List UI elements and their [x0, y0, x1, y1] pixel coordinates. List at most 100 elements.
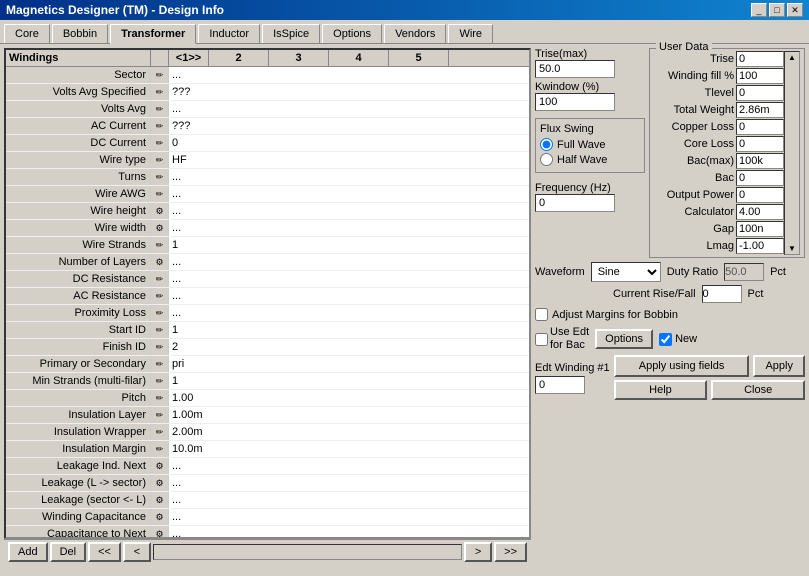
table-container: Windings <1>> 2 3 4 5 Sector ✏ ... Volts…	[4, 48, 531, 539]
new-checkbox[interactable]	[659, 333, 672, 346]
table-row: Wire Strands ✏ 1	[6, 237, 529, 254]
ud-field-label: Calculator	[654, 206, 734, 218]
row-icon[interactable]: ✏	[151, 118, 169, 134]
apply-button[interactable]: Apply	[753, 355, 805, 377]
tab-wire[interactable]: Wire	[448, 24, 493, 43]
ud-field-label: Trise	[654, 53, 734, 65]
half-wave-radio[interactable]	[540, 153, 553, 166]
ud-field-input[interactable]	[736, 102, 784, 118]
row-icon[interactable]: ✏	[151, 271, 169, 287]
prev-prev-button[interactable]: <<	[88, 542, 121, 562]
apply-using-fields-button[interactable]: Apply using fields	[614, 355, 750, 377]
maximize-button[interactable]: □	[769, 3, 785, 17]
ud-field-input[interactable]	[736, 204, 784, 220]
row-icon[interactable]: ✏	[151, 169, 169, 185]
waveform-select[interactable]: Sine Square	[591, 262, 661, 282]
row-icon[interactable]: ✏	[151, 305, 169, 321]
user-data-scrollbar[interactable]: ▲ ▼	[784, 51, 800, 255]
row-icon[interactable]: ✏	[151, 339, 169, 355]
ud-field-input[interactable]	[736, 119, 784, 135]
tab-transformer[interactable]: Transformer	[110, 24, 196, 44]
row-icon[interactable]: ✏	[151, 356, 169, 372]
row-label: Start ID	[6, 322, 151, 338]
row-label: Finish ID	[6, 339, 151, 355]
row-icon[interactable]: ✏	[151, 101, 169, 117]
full-wave-radio[interactable]	[540, 138, 553, 151]
current-rise-input[interactable]	[702, 285, 742, 303]
row-value: 10.0m	[169, 441, 211, 457]
row-value: ...	[169, 101, 211, 117]
row-icon[interactable]: ✏	[151, 67, 169, 83]
next-button[interactable]: >	[464, 542, 492, 562]
ud-field-input[interactable]	[736, 221, 784, 237]
edt-winding-label: Edt Winding #1	[535, 362, 610, 374]
row-icon[interactable]: ✏	[151, 407, 169, 423]
row-icon[interactable]: ⚙	[151, 458, 169, 474]
close-button[interactable]: Close	[711, 380, 805, 400]
use-edt-row: Use Edt for Bac Options New	[535, 326, 805, 352]
tab-vendors[interactable]: Vendors	[384, 24, 446, 43]
row-value: ...	[169, 254, 211, 270]
row-icon[interactable]: ✏	[151, 322, 169, 338]
row-value: ...	[169, 67, 211, 83]
kwindow-input[interactable]	[535, 93, 615, 111]
ud-field-input[interactable]	[736, 187, 784, 203]
trise-input[interactable]	[535, 60, 615, 78]
user-data-row: Trise	[654, 51, 784, 67]
tab-isspice[interactable]: IsSpice	[262, 24, 320, 43]
frequency-input[interactable]	[535, 194, 615, 212]
row-icon[interactable]: ✏	[151, 237, 169, 253]
row-icon[interactable]: ✏	[151, 424, 169, 440]
tab-options[interactable]: Options	[322, 24, 382, 43]
help-button[interactable]: Help	[614, 380, 708, 400]
row-label: Insulation Layer	[6, 407, 151, 423]
row-label: Wire width	[6, 220, 151, 236]
row-icon[interactable]: ⚙	[151, 475, 169, 491]
tab-core[interactable]: Core	[4, 24, 50, 43]
tab-inductor[interactable]: Inductor	[198, 24, 260, 43]
row-label: Leakage (sector <- L)	[6, 492, 151, 508]
horizontal-scrollbar[interactable]	[153, 544, 462, 560]
duty-ratio-input[interactable]	[724, 263, 764, 281]
tab-bobbin[interactable]: Bobbin	[52, 24, 108, 43]
ud-field-input[interactable]	[736, 170, 784, 186]
next-next-button[interactable]: >>	[494, 542, 527, 562]
row-icon[interactable]: ✏	[151, 373, 169, 389]
row-icon[interactable]: ✏	[151, 390, 169, 406]
scroll-down-icon[interactable]: ▼	[788, 244, 796, 253]
ud-field-input[interactable]	[736, 238, 784, 254]
prev-button[interactable]: <	[123, 542, 151, 562]
row-icon[interactable]: ✏	[151, 288, 169, 304]
add-button[interactable]: Add	[8, 542, 48, 562]
row-icon[interactable]: ✏	[151, 441, 169, 457]
user-data-row: Calculator	[654, 204, 784, 220]
del-button[interactable]: Del	[50, 542, 87, 562]
row-icon[interactable]: ⚙	[151, 203, 169, 219]
row-icon[interactable]: ⚙	[151, 254, 169, 270]
row-label: Pitch	[6, 390, 151, 406]
row-icon[interactable]: ✏	[151, 186, 169, 202]
ud-field-input[interactable]	[736, 51, 784, 67]
close-window-button[interactable]: ✕	[787, 3, 803, 17]
right-panel: Trise(max) Kwindow (%) Flux Swing Full W…	[535, 48, 805, 564]
ud-field-input[interactable]	[736, 85, 784, 101]
row-icon[interactable]: ✏	[151, 135, 169, 151]
row-icon[interactable]: ⚙	[151, 492, 169, 508]
minimize-button[interactable]: _	[751, 3, 767, 17]
row-icon[interactable]: ✏	[151, 84, 169, 100]
scroll-up-icon[interactable]: ▲	[788, 53, 796, 62]
use-edt-checkbox[interactable]	[535, 333, 548, 346]
options-button[interactable]: Options	[595, 329, 653, 349]
ud-field-input[interactable]	[736, 68, 784, 84]
ud-field-input[interactable]	[736, 136, 784, 152]
row-icon[interactable]: ⚙	[151, 220, 169, 236]
edt-winding-input[interactable]	[535, 376, 585, 394]
row-label: Wire AWG	[6, 186, 151, 202]
row-icon[interactable]: ⚙	[151, 526, 169, 537]
row-icon[interactable]: ✏	[151, 152, 169, 168]
ud-field-input[interactable]	[736, 153, 784, 169]
adjust-margins-checkbox[interactable]	[535, 308, 548, 321]
row-label: Winding Capacitance	[6, 509, 151, 525]
row-icon[interactable]: ⚙	[151, 509, 169, 525]
ud-field-label: Copper Loss	[654, 121, 734, 133]
